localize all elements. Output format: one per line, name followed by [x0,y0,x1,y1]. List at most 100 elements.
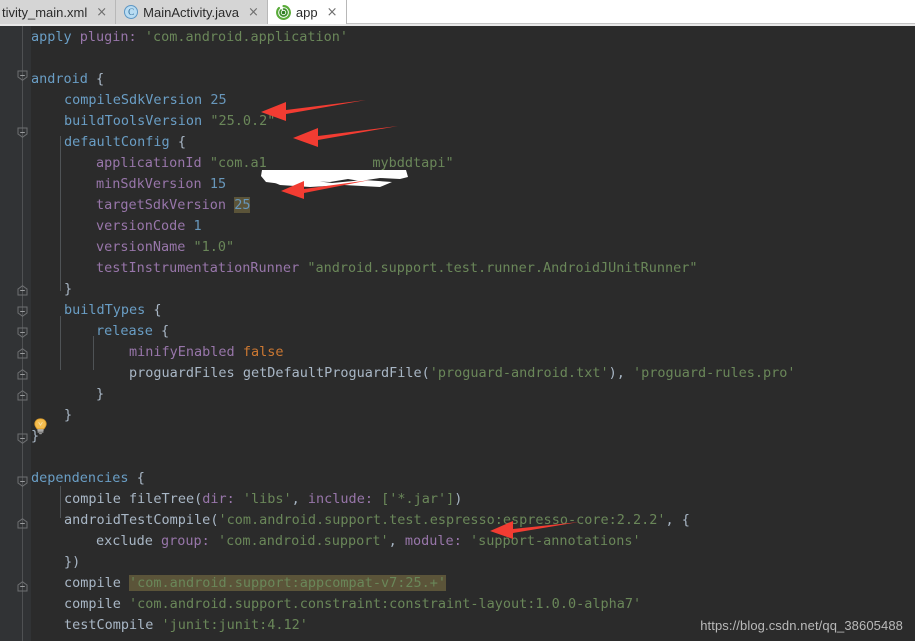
code-line-16: minifyEnabled false [129,342,283,363]
code-line-1: apply plugin: 'com.android.application' [31,27,348,48]
close-icon[interactable]: × [248,6,259,19]
tab-app-gradle[interactable]: app × [267,0,347,24]
token-compile: compile [64,491,121,507]
fold-marker-buildtypes[interactable] [17,306,28,317]
token-group: group: [161,533,210,549]
token-minifyenabled: minifyEnabled [129,344,235,360]
token-proguard-rules-pro: 'proguard-rules.pro' [632,365,796,381]
fold-marker-android-end[interactable] [17,390,28,401]
token-brace: { [136,470,145,486]
fold-marker-buildtypes-end[interactable] [17,369,28,380]
code-line-5: buildToolsVersion "25.0.2" [64,111,275,132]
token-appcompat-v7-dependency: 'com.android.support:appcompat-v7:25.+' [129,575,447,591]
fold-marker-release-end[interactable] [17,348,28,359]
code-line-15: release { [96,321,169,342]
token-minsdkversion: minSdkVersion [96,176,202,192]
code-line-3: android { [31,69,104,90]
code-line-25: exclude group: 'com.android.support', mo… [96,533,641,549]
token-defaultconfig: defaultConfig [64,134,170,150]
token-brace: } [96,386,105,402]
token-buildtoolsversion-value: "25.0.2" [210,113,276,129]
code-line-28: compile 'com.android.support.constraint:… [64,594,641,615]
code-line-26: }) [64,552,80,573]
token-buildtoolsversion: buildToolsVersion [64,113,203,129]
token-brace: } [64,407,73,423]
fold-marker-dependencies-end[interactable] [17,581,28,592]
fold-marker-android[interactable] [17,70,28,81]
token-testinstrumentationrunner-value: "android.support.test.runner.AndroidJUni… [307,260,698,276]
code-content[interactable]: apply plugin: 'com.android.application' … [29,26,915,641]
token-minifyenabled-value: false [242,344,284,360]
tab-activity-main-xml[interactable]: tivity_main.xml × [0,0,117,24]
code-line-17: proguardFiles getDefaultProguardFile('pr… [129,365,796,381]
fold-marker-dependencies[interactable] [17,433,28,444]
token-brace: } [31,428,40,444]
editor-tab-bar: tivity_main.xml × C MainActivity.java × … [0,0,915,24]
code-line-14: buildTypes { [64,300,162,321]
code-line-8: minSdkVersion 15 [96,174,226,195]
close-icon[interactable]: × [327,6,338,19]
code-line-18: } [96,384,104,405]
token-brace: { [153,302,162,318]
token-testcompile: testCompile [64,617,154,633]
token-targetsdkversion-value: 25 [234,197,251,213]
code-line-12: testInstrumentationRunner "android.suppo… [96,258,697,279]
fold-marker-defaultconfig-end[interactable] [17,285,28,296]
code-line-20: } [31,426,39,447]
tab-mainactivity-java[interactable]: C MainActivity.java × [116,0,268,24]
fold-marker-androidtestcompile-end[interactable] [17,518,28,529]
token-dependencies: dependencies [31,470,129,486]
code-editor[interactable]: apply plugin: 'com.android.application' … [0,26,915,641]
token-compilesdkversion: compileSdkVersion [64,92,203,108]
token-brace: } [64,281,73,297]
code-line-23: compile fileTree(dir: 'libs', include: [… [64,491,463,507]
token-dir: dir: [202,491,235,507]
fold-marker-androidtestcompile[interactable] [17,476,28,487]
token-libs: 'libs' [242,491,292,507]
token-include: include: [307,491,373,507]
tab-label: app [295,4,318,20]
token-versionname-value: "1.0" [193,239,235,255]
token-apply: apply [31,29,72,45]
close-icon[interactable]: × [96,6,107,19]
token-versionname: versionName [96,239,186,255]
token-applicationid-value-prefix: "com.a1 [209,155,267,171]
token-junit-dependency: 'junit:junit:4.12' [161,617,308,633]
code-line-29: testCompile 'junit:junit:4.12' [64,615,308,636]
token-compilesdkversion-value: 25 [210,92,227,108]
token-plugin-id: 'com.android.application' [144,29,349,45]
token-brace: { [161,323,170,339]
token-targetsdkversion: targetSdkVersion [96,197,227,213]
tab-label: MainActivity.java [143,4,239,20]
token-release: release [96,323,153,339]
code-line-13: } [64,279,72,300]
token-applicationid: applicationId [96,155,202,171]
code-line-11: versionName "1.0" [96,237,234,258]
token-compile: compile [64,596,121,612]
token-jar-glob: ['*.jar'] [381,491,455,507]
tab-bar-empty-space [346,0,915,24]
code-line-6: defaultConfig { [64,132,186,153]
applicationId-redaction [261,170,408,187]
token-android-block: android [31,71,88,87]
code-line-4: compileSdkVersion 25 [64,90,227,111]
editor-gutter[interactable] [0,26,31,641]
token-brace: { [177,134,186,150]
fold-marker-release[interactable] [17,327,28,338]
token-group-value: 'com.android.support' [217,533,389,549]
blog-watermark: https://blog.csdn.net/qq_38605488 [700,618,903,633]
fold-marker-defaultconfig[interactable] [17,127,28,138]
token-versioncode: versionCode [96,218,186,234]
token-module-value: 'support-annotations' [469,533,641,549]
code-line-22: dependencies { [31,468,145,489]
token-proguard-android-txt: 'proguard-android.txt' [429,365,609,381]
token-getdefaultproguardfile: getDefaultProguardFile [242,365,422,381]
token-proguardfiles: proguardFiles [129,365,235,381]
gradle-module-icon [276,4,291,20]
code-line-24: androidTestCompile('com.android.support.… [64,512,690,528]
tab-label: tivity_main.xml [2,4,88,20]
token-exclude: exclude [96,533,153,549]
token-compile: compile [64,575,121,591]
token-plugin: plugin: [79,29,137,45]
token-testinstrumentationrunner: testInstrumentationRunner [96,260,300,276]
